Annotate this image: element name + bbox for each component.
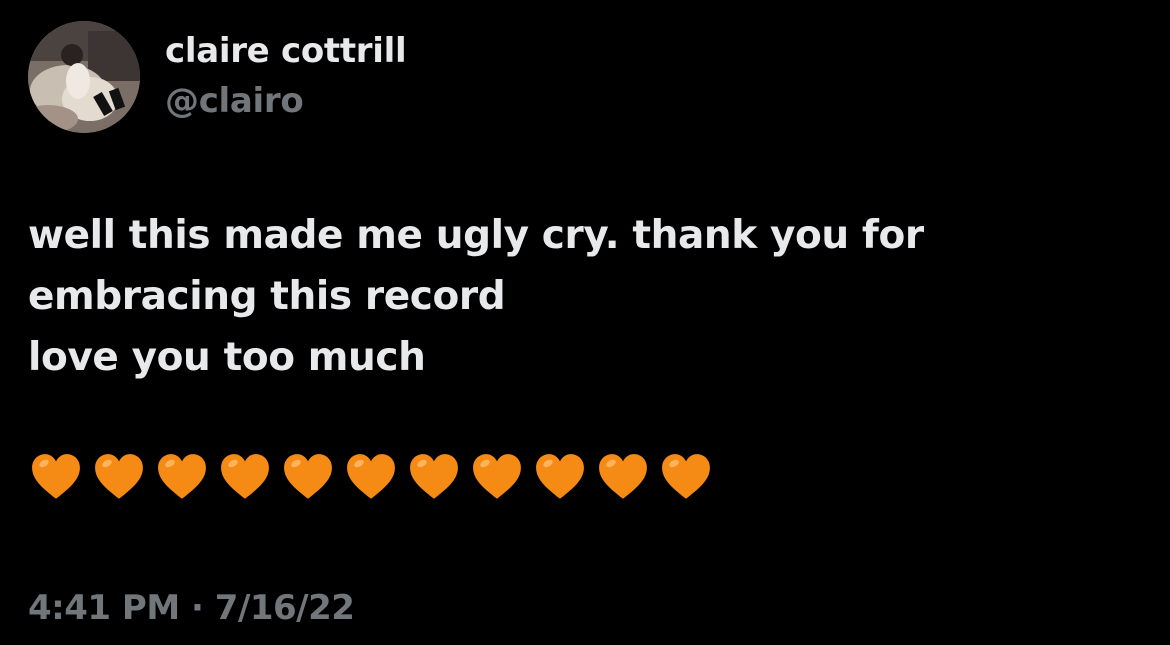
- orange-heart-icon: [410, 454, 458, 499]
- avatar-photo: [28, 21, 140, 133]
- display-name[interactable]: claire cottrill: [165, 31, 407, 71]
- orange-heart-icon: [347, 454, 395, 499]
- tweet: claire cottrill @clairo well this made m…: [0, 0, 1170, 645]
- tweet-time: 4:41 PM: [28, 588, 180, 628]
- tweet-body: well this made me ugly cry. thank you fo…: [28, 205, 1128, 388]
- tweet-text-line: embracing this record: [28, 274, 506, 319]
- timestamp-separator: ·: [191, 588, 204, 628]
- avatar[interactable]: [28, 21, 140, 133]
- orange-heart-icon: [95, 454, 143, 499]
- tweet-date: 7/16/22: [214, 588, 355, 628]
- orange-heart-icon: [158, 454, 206, 499]
- orange-heart-icon: [221, 454, 269, 499]
- orange-heart-icon: [32, 454, 80, 499]
- username-handle[interactable]: @clairo: [165, 81, 304, 121]
- orange-heart-emoji-row: [30, 452, 712, 504]
- tweet-text-line: well this made me ugly cry. thank you fo…: [28, 213, 924, 258]
- orange-heart-icon: [473, 454, 521, 499]
- orange-heart-icon: [599, 454, 647, 499]
- tweet-text-line: love you too much: [28, 335, 426, 380]
- orange-heart-icon: [284, 454, 332, 499]
- tweet-timestamp[interactable]: 4:41 PM · 7/16/22: [28, 588, 355, 628]
- orange-heart-icon: [662, 454, 710, 499]
- orange-heart-icon: [536, 454, 584, 499]
